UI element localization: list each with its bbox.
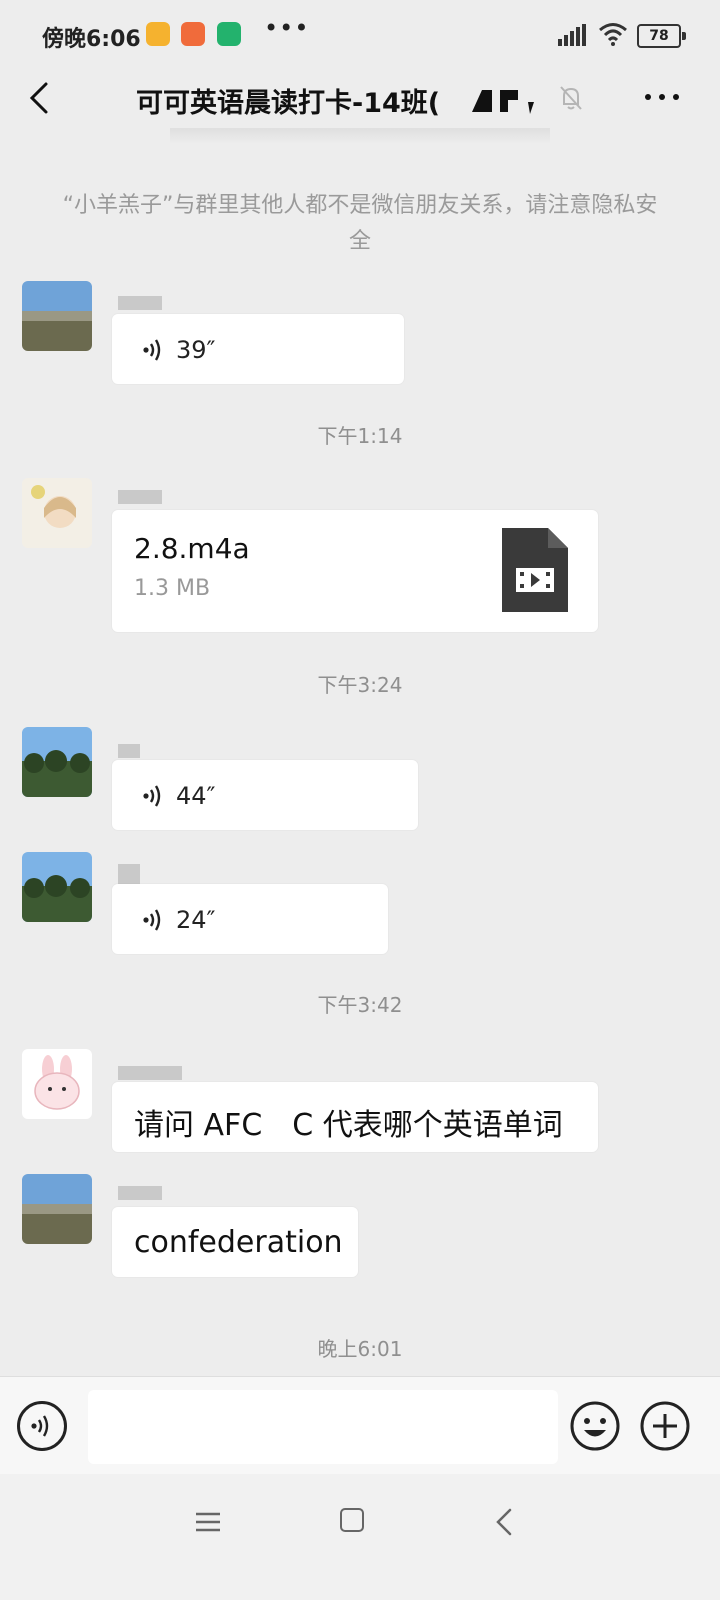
file-size: 1.3 MB xyxy=(134,576,211,601)
voice-icon xyxy=(31,1415,49,1437)
home-icon[interactable] xyxy=(340,1508,364,1532)
back-arrow-icon[interactable] xyxy=(22,78,56,118)
plus-icon[interactable] xyxy=(638,1399,692,1453)
avatar[interactable] xyxy=(22,281,92,351)
sender-name-redacted xyxy=(118,1186,162,1200)
title-redaction xyxy=(472,90,534,114)
emoji-icon[interactable] xyxy=(568,1399,622,1453)
avatar[interactable] xyxy=(22,727,92,797)
chat-header: 可可英语晨读打卡-14班( xyxy=(0,70,720,128)
privacy-notice: “小羊羔子”与群里其他人都不是微信朋友关系，请注意隐私安全 xyxy=(62,193,658,254)
phone-app-icon xyxy=(217,22,241,46)
text-message[interactable]: 请问 AFC C 代表哪个英语单词 xyxy=(112,1082,598,1152)
file-name: 2.8.m4a xyxy=(134,532,250,565)
voice-duration: 39″ xyxy=(176,336,216,364)
status-time: 傍晚6:06 xyxy=(42,27,141,52)
file-message[interactable]: 2.8.m4a 1.3 MB xyxy=(112,510,598,632)
voice-message[interactable]: 24″ xyxy=(112,884,388,954)
recents-menu-icon[interactable] xyxy=(196,1512,220,1532)
voice-duration: 44″ xyxy=(176,782,216,810)
avatar[interactable] xyxy=(22,1049,92,1119)
voice-duration: 24″ xyxy=(176,906,216,934)
voice-message[interactable]: 39″ xyxy=(112,314,404,384)
system-nav-bar xyxy=(0,1474,720,1600)
battery-indicator: 78 xyxy=(637,24,686,48)
chat-title: 可可英语晨读打卡-14班( xyxy=(136,88,441,119)
timestamp: 下午3:24 xyxy=(317,673,403,697)
wifi-icon xyxy=(599,23,627,46)
sender-name-redacted xyxy=(118,296,162,310)
sender-name-redacted xyxy=(118,1066,182,1080)
more-dots-icon[interactable] xyxy=(640,82,684,112)
timestamp: 下午3:42 xyxy=(317,993,403,1017)
message-app-icon xyxy=(146,22,170,46)
timestamp: 晚上6:01 xyxy=(317,1337,403,1361)
status-more-icon: ••• xyxy=(264,14,310,42)
voice-wave-icon xyxy=(143,909,161,931)
message-input[interactable] xyxy=(88,1390,558,1464)
video-file-icon xyxy=(502,528,568,612)
message-text: confederation xyxy=(134,1225,343,1260)
input-bar xyxy=(0,1376,720,1475)
avatar[interactable] xyxy=(22,478,92,548)
sender-name-redacted xyxy=(118,490,162,504)
message-text: 请问 AFC C 代表哪个英语单词 xyxy=(134,1108,563,1143)
signal-icon xyxy=(558,24,586,46)
text-message[interactable]: confederation xyxy=(112,1207,358,1277)
timestamp: 下午1:14 xyxy=(317,424,403,448)
mute-bell-icon xyxy=(560,86,582,110)
avatar[interactable] xyxy=(22,852,92,922)
sender-name-redacted xyxy=(118,864,140,884)
system-back-icon[interactable] xyxy=(495,1508,513,1536)
voice-wave-icon xyxy=(143,339,161,361)
sender-name-redacted xyxy=(118,744,140,758)
voice-wave-icon xyxy=(143,785,161,807)
voice-message[interactable]: 44″ xyxy=(112,760,418,830)
scrolled-content-fade xyxy=(170,128,550,144)
voice-input-button[interactable] xyxy=(17,1401,67,1451)
shopping-app-icon xyxy=(181,22,205,46)
avatar[interactable] xyxy=(22,1174,92,1244)
status-bar: 傍晚6:06 ••• 78 xyxy=(0,0,720,70)
